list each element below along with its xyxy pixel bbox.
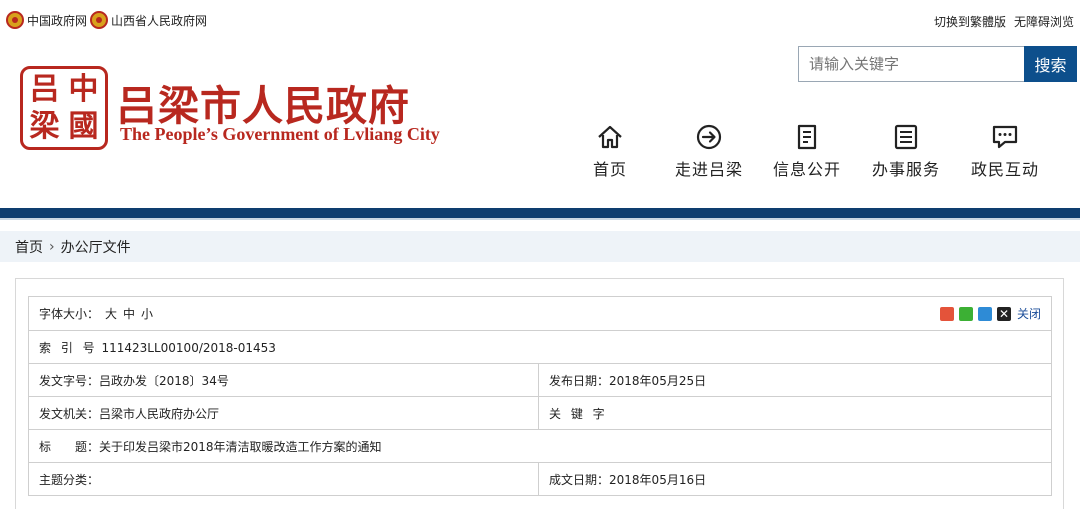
link-shanxi-gov[interactable]: 山西省人民政府网	[90, 11, 207, 29]
font-size-label: 字体大小：	[39, 307, 100, 321]
table-row: 标 题：关于印发吕梁市2018年清洁取暖改造工作方案的通知	[28, 429, 1052, 463]
made-date-label: 成文日期：	[549, 472, 610, 487]
close-link[interactable]: 关闭	[1017, 305, 1041, 322]
font-size-large[interactable]: 大	[105, 307, 117, 321]
title-value: 关于印发吕梁市2018年清洁取暖改造工作方案的通知	[99, 439, 382, 454]
doc-number-label: 发文字号：	[39, 373, 100, 388]
wechat-share-icon[interactable]	[958, 306, 973, 321]
document-icon	[797, 124, 817, 150]
category-label: 主题分类：	[39, 472, 100, 487]
national-emblem-icon	[90, 11, 108, 29]
top-bar: 中国政府网 山西省人民政府网 切换到繁體版 无障碍浏览	[0, 0, 1080, 42]
table-row: 主题分类： 成文日期：2018年05月16日	[28, 462, 1052, 496]
publish-date-label: 发布日期：	[549, 373, 610, 388]
issuer-value: 吕梁市人民政府办公厅	[99, 406, 220, 421]
breadcrumb: 首页 › 办公厅文件	[0, 231, 1080, 262]
table-row: 发文机关：吕梁市人民政府办公厅 关 键 字	[28, 396, 1052, 430]
link-china-gov[interactable]: 中国政府网	[6, 11, 87, 29]
top-right-links: 切换到繁體版 无障碍浏览	[934, 13, 1074, 30]
breadcrumb-current[interactable]: 办公厅文件	[61, 237, 131, 257]
nav-interaction[interactable]: 政民互动	[960, 124, 1050, 180]
traditional-chinese-link[interactable]: 切换到繁體版	[934, 13, 1006, 30]
font-size-medium[interactable]: 中	[123, 307, 135, 321]
close-icon[interactable]: ✕	[996, 306, 1011, 321]
table-row: 字体大小： 大中小 ✕ 关闭	[28, 296, 1052, 331]
document-info-table: 字体大小： 大中小 ✕ 关闭 索 引 号 111423LL00100/2018-0…	[28, 296, 1052, 496]
home-icon	[598, 125, 622, 149]
font-size-small[interactable]: 小	[141, 307, 153, 321]
share-tools: ✕ 关闭	[939, 305, 1041, 322]
index-value: 111423LL00100/2018-01453	[101, 340, 276, 355]
header-divider	[0, 208, 1080, 218]
chevron-right-icon: ›	[49, 238, 55, 255]
keyword-label: 关 键 字	[549, 406, 608, 421]
weibo-share-icon[interactable]	[939, 306, 954, 321]
arrow-circle-icon	[696, 124, 722, 150]
nav-home[interactable]: 首页	[565, 124, 655, 180]
list-icon	[894, 124, 918, 150]
national-emblem-icon	[6, 11, 24, 29]
doc-number-value: 吕政办发〔2018〕34号	[99, 373, 229, 388]
qzone-share-icon[interactable]	[977, 306, 992, 321]
nav-info-disclosure[interactable]: 信息公开	[762, 124, 852, 180]
made-date-value: 2018年05月16日	[609, 472, 707, 487]
search-input[interactable]	[798, 46, 1024, 82]
index-label: 索 引 号	[39, 340, 98, 355]
site-title: 吕梁市人民政府	[116, 82, 410, 130]
table-row: 发文字号：吕政办发〔2018〕34号 发布日期：2018年05月25日	[28, 363, 1052, 397]
table-row: 索 引 号 111423LL00100/2018-01453	[28, 330, 1052, 364]
issuer-label: 发文机关：	[39, 406, 100, 421]
accessibility-link[interactable]: 无障碍浏览	[1014, 13, 1074, 30]
nav-services[interactable]: 办事服务	[861, 124, 951, 180]
publish-date-value: 2018年05月25日	[609, 373, 707, 388]
nav-about-lvliang[interactable]: 走进吕梁	[664, 124, 754, 180]
site-subtitle: The People’s Government of Lvliang City	[120, 124, 440, 144]
logo-seal[interactable]: 吕 中 梁 國	[20, 66, 108, 150]
title-label: 标 题：	[39, 439, 100, 454]
search-button[interactable]: 搜索	[1024, 46, 1077, 82]
header-divider-thin	[0, 218, 1080, 220]
breadcrumb-home[interactable]: 首页	[15, 237, 43, 257]
chat-icon	[992, 125, 1018, 149]
